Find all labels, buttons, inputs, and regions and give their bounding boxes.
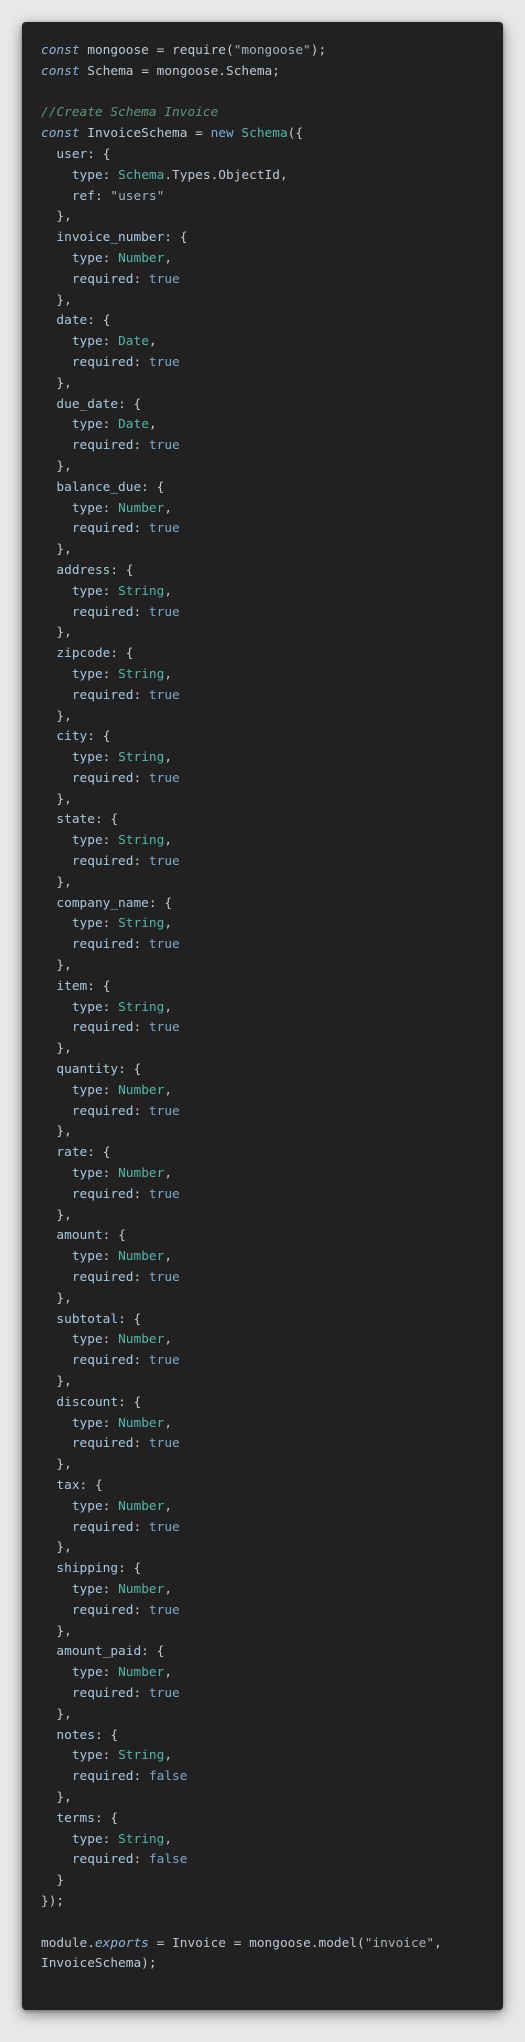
code-line: state: {: [56, 812, 119, 828]
code-line: type: Date,: [71, 417, 157, 433]
code-block: const mongoose = require("mongoose"); con…: [22, 22, 503, 2010]
code-line: type: Schema.Types.ObjectId,: [71, 167, 288, 183]
code-line: balance_due: {: [56, 479, 165, 495]
code-line: },: [56, 1789, 72, 1805]
code-line: required: true: [71, 1270, 180, 1286]
code-line: },: [56, 542, 72, 558]
code-line: amount: {: [56, 1228, 126, 1244]
code-line: invoice_number: {: [56, 230, 188, 246]
code-line: tax: {: [56, 1477, 103, 1493]
code-line: },: [56, 1540, 72, 1556]
code-line: },: [56, 1207, 72, 1223]
code-line: //Create Schema Invoice: [41, 105, 219, 121]
code-line: required: true: [71, 521, 180, 537]
code-line: required: true: [71, 1020, 180, 1036]
code-line: type: String,: [71, 1748, 173, 1764]
code-line: company_name: {: [56, 895, 173, 911]
code-line: },: [56, 708, 72, 724]
code-line: required: true: [71, 1685, 180, 1701]
code-line: type: String,: [71, 666, 173, 682]
code-line: user: {: [56, 146, 111, 162]
code-line: const InvoiceSchema = new Schema({: [41, 126, 304, 142]
code-line: },: [56, 874, 72, 890]
code-line: required: true: [71, 770, 180, 786]
code-line: city: {: [56, 729, 111, 745]
code-line: type: Number,: [71, 1332, 173, 1348]
code-line: due_date: {: [56, 396, 142, 412]
code-line: required: true: [71, 1436, 180, 1452]
code-line: },: [56, 791, 72, 807]
code-line: type: String,: [71, 583, 173, 599]
code-line: required: true: [71, 438, 180, 454]
code-line: amount_paid: {: [56, 1644, 165, 1660]
code-line: required: true: [71, 1186, 180, 1202]
code-line: required: false: [71, 1852, 188, 1868]
code-line: type: String,: [71, 999, 173, 1015]
code-line: required: true: [71, 604, 180, 620]
code-line: },: [56, 375, 72, 391]
code-line: }: [56, 1873, 65, 1889]
code-line: },: [56, 1623, 72, 1639]
code-line: required: true: [71, 1103, 180, 1119]
code-line: type: Number,: [71, 500, 173, 516]
code-line: type: Number,: [71, 1498, 173, 1514]
code-line: terms: {: [56, 1810, 119, 1826]
code-line: type: String,: [71, 833, 173, 849]
code-line: });: [41, 1893, 65, 1909]
code-line: type: Number,: [71, 1581, 173, 1597]
code-line: InvoiceSchema);: [41, 1956, 157, 1972]
code-line: },: [56, 1041, 72, 1057]
code-line: required: true: [71, 854, 180, 870]
code-line: required: true: [71, 1353, 180, 1369]
code-line: required: true: [71, 354, 180, 370]
code-line: type: Number,: [71, 250, 173, 266]
code-line: },: [56, 1706, 72, 1722]
code-line: subtotal: {: [56, 1311, 142, 1327]
code-line: item: {: [56, 978, 111, 994]
code-line: rate: {: [56, 1145, 111, 1161]
code-line: },: [56, 1457, 72, 1473]
code-line: discount: {: [56, 1394, 142, 1410]
code-line: type: String,: [71, 1831, 173, 1847]
code-line: type: Number,: [71, 1249, 173, 1265]
code-line: },: [56, 209, 72, 225]
code-line: const Schema = mongoose.Schema;: [41, 63, 280, 79]
code-line: notes: {: [56, 1727, 119, 1743]
code-line: type: String,: [71, 750, 173, 766]
code-line: type: Date,: [71, 334, 157, 350]
code-line: ref: "users": [71, 188, 165, 204]
code-content: const mongoose = require("mongoose"); con…: [41, 41, 503, 1975]
code-line: const mongoose = require("mongoose");: [41, 43, 327, 58]
code-line: shipping: {: [56, 1561, 142, 1577]
code-line: required: true: [71, 1602, 180, 1618]
code-line: },: [56, 625, 72, 641]
code-line: },: [56, 1290, 72, 1306]
code-line: },: [56, 1374, 72, 1389]
code-line: module.exports = Invoice = mongoose.mode…: [41, 1935, 442, 1951]
code-line: address: {: [56, 562, 134, 578]
code-line: type: String,: [71, 916, 173, 932]
code-line: zipcode: {: [56, 646, 134, 662]
code-line: },: [56, 1124, 72, 1140]
code-line: required: true: [71, 687, 180, 703]
code-line: type: Number,: [71, 1665, 173, 1681]
code-line: required: true: [71, 937, 180, 953]
code-line: required: false: [71, 1769, 188, 1785]
code-line: required: true: [71, 271, 180, 287]
code-line: quantity: {: [56, 1062, 142, 1078]
code-line: },: [56, 958, 72, 974]
code-line: type: Number,: [71, 1082, 173, 1098]
code-line: type: Number,: [71, 1415, 173, 1431]
code-line: type: Number,: [71, 1166, 173, 1182]
code-line: date: {: [56, 313, 111, 329]
code-line: },: [56, 292, 72, 308]
code-line: },: [56, 458, 72, 474]
code-line: required: true: [71, 1519, 180, 1535]
